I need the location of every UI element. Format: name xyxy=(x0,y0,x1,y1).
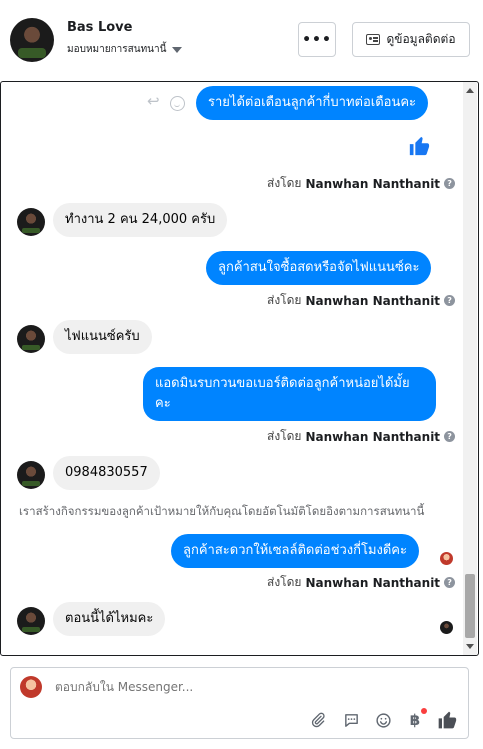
lead-activity-note: เราสร้างกิจกรรมของลูกค้าเป้าหมายให้กับคุ… xyxy=(19,504,425,518)
page-avatar xyxy=(20,676,42,698)
message-bubble-incoming: ไฟแนนซ์ครับ xyxy=(53,320,152,354)
message-line: แอดมินรบกวนขอเบอร์ติดต่อลูกค้าหน่อยได้มั… xyxy=(155,376,410,391)
help-icon[interactable]: ? xyxy=(444,295,456,306)
view-contact-button[interactable]: ดูข้อมูลติดต่อ xyxy=(352,22,470,57)
caret-down-icon xyxy=(172,46,183,53)
help-icon[interactable]: ? xyxy=(444,178,456,189)
agent-name: Nanwhan Nanthanit xyxy=(305,176,441,191)
message-bubble-outgoing: ลูกค้าสะดวกให้เซลล์ติดต่อช่วงกี่โมงดีคะ xyxy=(171,534,419,568)
more-options-button[interactable]: ••• xyxy=(298,22,336,57)
help-icon[interactable]: ? xyxy=(444,577,456,588)
message-line: คะ xyxy=(155,396,171,411)
seen-by-avatar xyxy=(440,552,453,565)
sent-by-label: ส่งโดย Nanwhan Nanthanit ? xyxy=(267,427,456,446)
message-bubble-outgoing: แอดมินรบกวนขอเบอร์ติดต่อลูกค้าหน่อยได้มั… xyxy=(143,367,436,421)
read-receipt-avatar xyxy=(440,621,453,634)
message-bubble-incoming: ทำงาน 2 คน 24,000 ครับ xyxy=(53,203,228,237)
help-icon[interactable]: ? xyxy=(444,431,456,442)
reply-icon[interactable]: ↩ xyxy=(147,92,160,110)
sent-by-prefix: ส่งโดย xyxy=(267,293,302,307)
message-bubble-outgoing: รายได้ต่อเดือนลูกค้ากี่บาทต่อเดือนคะ xyxy=(196,86,429,120)
sent-by-prefix: ส่งโดย xyxy=(267,176,302,190)
customer-avatar-small xyxy=(17,325,45,353)
message-bubble-incoming: 0984830557 xyxy=(53,456,160,490)
reply-input[interactable] xyxy=(55,680,415,694)
sent-by-prefix: ส่งโดย xyxy=(267,429,302,443)
scrollbar[interactable] xyxy=(463,82,477,655)
sent-by-label: ส่งโดย Nanwhan Nanthanit ? xyxy=(267,291,456,310)
assign-conversation-dropdown[interactable]: มอบหมายการสนทนานี้ xyxy=(67,42,183,57)
currency-icon[interactable]: ฿ xyxy=(405,708,427,730)
reaction-icon[interactable] xyxy=(170,96,185,111)
agent-name: Nanwhan Nanthanit xyxy=(305,429,441,444)
customer-avatar-small xyxy=(17,461,45,489)
message-bubble-outgoing: ลูกค้าสนใจซื้อสดหรือจัดไฟแนนซ์คะ xyxy=(206,251,432,285)
notification-dot xyxy=(421,708,427,714)
message-bubble-incoming: ตอนนี้ได้ไหมคะ xyxy=(53,602,166,636)
message-thread[interactable]: ↩ รายได้ต่อเดือนลูกค้ากี่บาทต่อเดือนคะ ส… xyxy=(0,81,479,656)
reply-composer[interactable]: ฿ xyxy=(10,667,469,739)
sent-by-label: ส่งโดย Nanwhan Nanthanit ? xyxy=(267,573,456,592)
assign-label: มอบหมายการสนทนานี้ xyxy=(67,44,167,55)
customer-name[interactable]: Bas Love xyxy=(67,20,132,35)
sent-by-prefix: ส่งโดย xyxy=(267,575,302,589)
customer-avatar-small xyxy=(17,208,45,236)
conversation-header: Bas Love มอบหมายการสนทนานี้ ••• ดูข้อมูล… xyxy=(0,0,483,80)
scroll-up-arrow-icon[interactable] xyxy=(466,88,474,93)
view-contact-label: ดูข้อมูลติดต่อ xyxy=(386,32,456,46)
customer-avatar-small xyxy=(17,607,45,635)
like-icon xyxy=(409,136,430,156)
customer-avatar[interactable] xyxy=(10,18,54,62)
agent-name: Nanwhan Nanthanit xyxy=(305,575,441,590)
contact-card-icon xyxy=(366,34,381,45)
send-like-icon[interactable] xyxy=(437,710,457,730)
agent-name: Nanwhan Nanthanit xyxy=(305,293,441,308)
scrollbar-thumb[interactable] xyxy=(465,574,475,638)
emoji-icon[interactable] xyxy=(373,710,393,730)
sent-by-label: ส่งโดย Nanwhan Nanthanit ? xyxy=(267,174,456,193)
scroll-down-arrow-icon[interactable] xyxy=(466,644,474,649)
saved-replies-icon[interactable] xyxy=(341,710,361,730)
attachment-icon[interactable] xyxy=(308,710,328,730)
